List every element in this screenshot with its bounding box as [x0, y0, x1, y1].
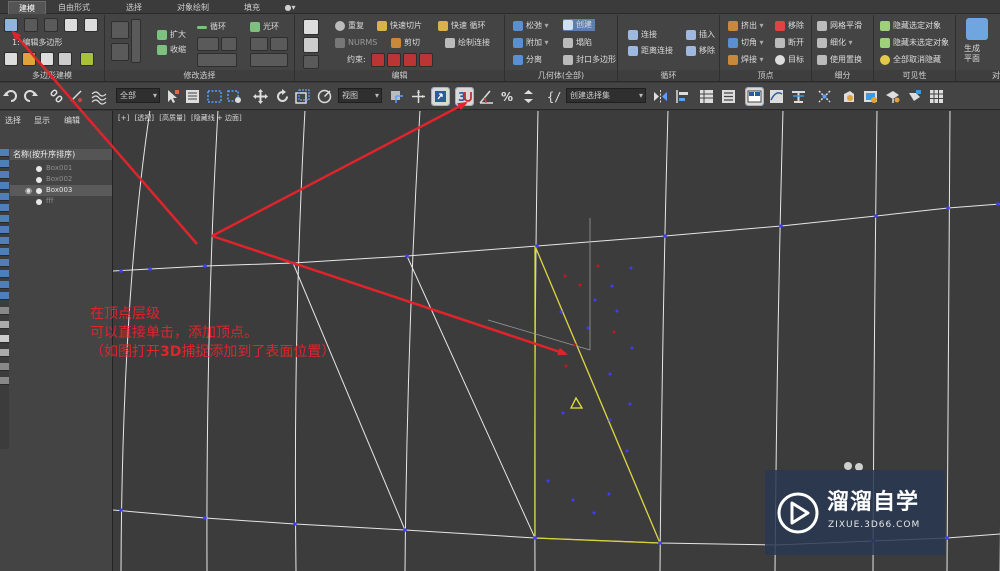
arrow-to-vertex-mode [11, 30, 198, 245]
selected-polygon[interactable] [534, 245, 661, 544]
snap-marker-icon [569, 396, 584, 409]
object-fragment [844, 462, 852, 470]
arrow-to-3d-snap [211, 101, 468, 238]
watermark-url: ZIXUE.3D66.COM [828, 520, 921, 530]
watermark-play-logo-icon [777, 492, 819, 534]
mesh-diagonal-edges [292, 245, 661, 544]
watermark: 溜溜自学 ZIXUE.3D66.COM [765, 470, 945, 555]
tutorial-annotation: 在顶点层级 可以直接单击，添加顶点。 （如图打开3D捕捉添加到了表面位置） [90, 305, 335, 362]
inner-vertices-red [563, 264, 616, 368]
annotation-line-1: 在顶点层级 [90, 306, 160, 322]
annotation-line-2: 可以直接单击，添加顶点。 [90, 325, 258, 341]
transform-gizmo [487, 218, 591, 351]
watermark-title: 溜溜自学 [827, 490, 920, 515]
annotation-line-3: （如图打开3D捕捉添加到了表面位置） [90, 344, 336, 360]
